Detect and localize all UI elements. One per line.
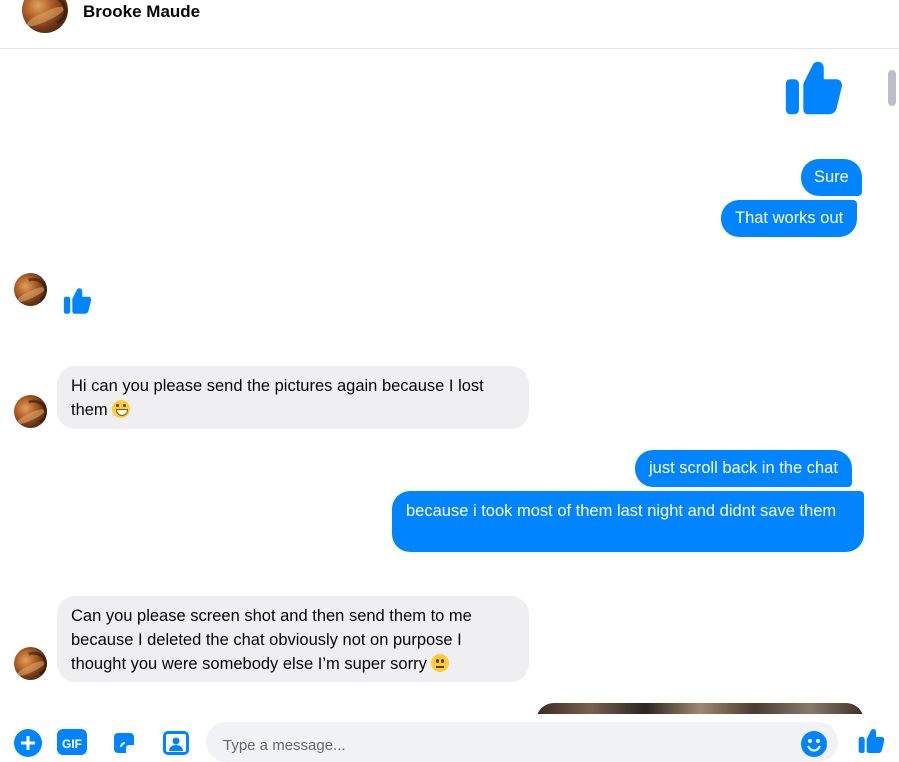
message-input[interactable] <box>221 734 785 756</box>
message-bubble-outgoing[interactable]: because i took most of them last night a… <box>392 491 864 552</box>
message-composer: GIF <box>0 714 899 762</box>
contact-avatar-small[interactable] <box>14 273 47 306</box>
chat-header: Brooke Maude <box>0 0 899 49</box>
gif-icon[interactable]: GIF <box>57 729 87 755</box>
thumbs-up-icon <box>63 288 92 314</box>
neutral-face-emoji-icon <box>431 654 450 672</box>
message-input-container[interactable] <box>206 722 838 762</box>
message-bubble-outgoing[interactable]: Sure <box>801 159 862 196</box>
plus-circle-icon[interactable] <box>14 729 42 757</box>
message-bubble-incoming[interactable]: Hi can you please send the pictures agai… <box>57 366 529 429</box>
contact-avatar-small[interactable] <box>14 647 47 680</box>
contact-avatar-small[interactable] <box>14 395 47 428</box>
message-text: Hi can you please send the pictures agai… <box>71 377 484 419</box>
thumbs-up-icon[interactable] <box>856 724 888 758</box>
smiley-icon[interactable] <box>800 730 828 758</box>
message-bubble-outgoing[interactable]: That works out <box>721 200 858 237</box>
message-list: Sure That works out Hi can you please se… <box>0 49 880 709</box>
message-bubble-incoming[interactable]: Can you please screen shot and then send… <box>57 596 529 682</box>
sticker-icon[interactable] <box>110 729 138 757</box>
image-icon[interactable] <box>162 729 190 757</box>
gif-label: GIF <box>62 737 82 751</box>
thumbs-up-icon <box>785 61 843 115</box>
contact-name[interactable]: Brooke Maude <box>83 2 200 22</box>
contact-avatar[interactable] <box>22 0 68 33</box>
message-bubble-outgoing[interactable]: just scroll back in the chat <box>635 450 852 487</box>
scrollbar-thumb[interactable] <box>888 70 896 106</box>
grinning-sweat-emoji-icon <box>112 400 131 418</box>
message-text: Can you please screen shot and then send… <box>71 607 472 673</box>
